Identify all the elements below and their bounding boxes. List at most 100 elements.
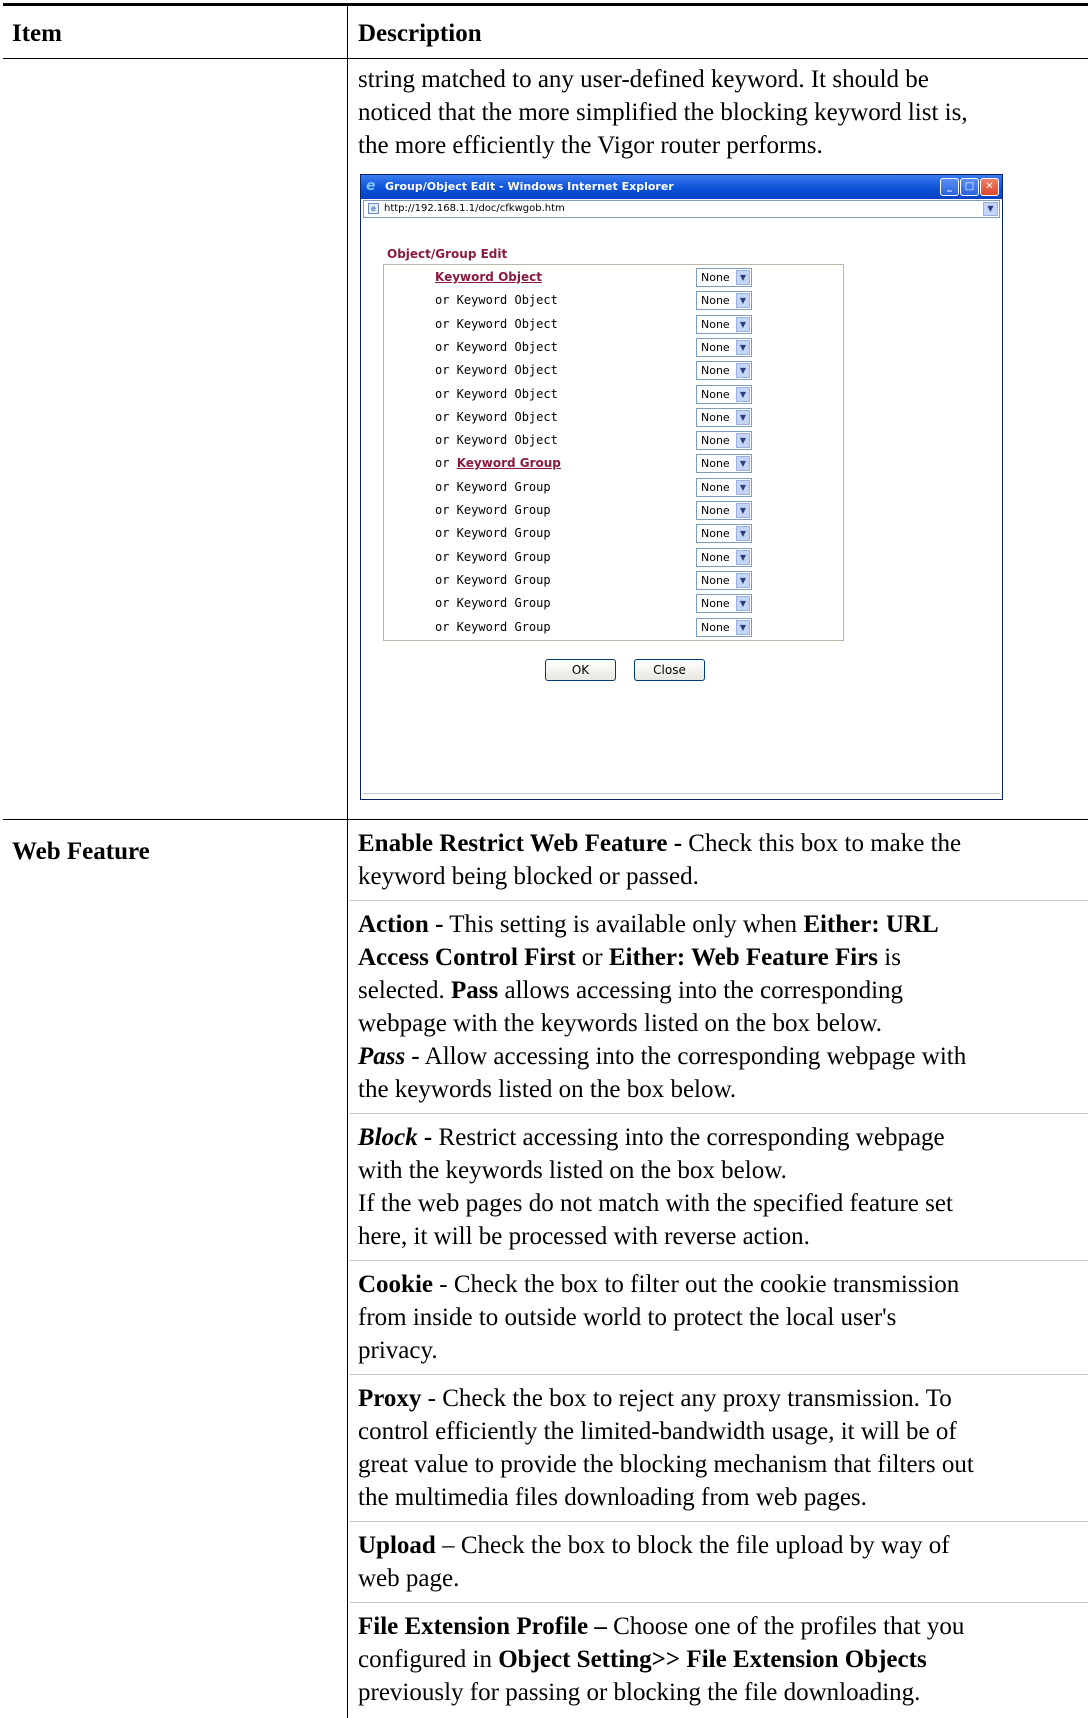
keyword-select[interactable]: None ▼ — [696, 617, 752, 637]
term: Access Control First — [358, 944, 576, 971]
address-bar[interactable]: e http://192.168.1.1/doc/cfkwgob.htm ▼ — [363, 200, 1000, 218]
keyword-link[interactable]: Keyword Group — [457, 456, 561, 470]
chevron-down-icon[interactable]: ▼ — [736, 363, 750, 379]
keyword-select[interactable]: None ▼ — [696, 570, 752, 590]
keyword-row: or Keyword Object None ▼ — [384, 336, 843, 359]
chevron-down-icon[interactable]: ▼ — [983, 202, 998, 216]
intro-line: string matched to any user-defined keywo… — [358, 66, 929, 93]
ok-button[interactable]: OK — [545, 659, 616, 681]
text: Restrict accessing into the correspondin… — [432, 1124, 945, 1151]
enable-line: Enable Restrict Web Feature - Check this… — [358, 827, 1068, 861]
keyword-select[interactable]: None ▼ — [696, 431, 752, 451]
term-enable: Enable Restrict Web Feature - — [358, 830, 683, 857]
term-upload: Upload — [358, 1532, 436, 1559]
keyword-row: or Keyword Group None ▼ — [384, 569, 843, 592]
chevron-down-icon[interactable]: ▼ — [736, 409, 750, 425]
keyword-row-label: or Keyword Object — [435, 387, 558, 401]
separator — [350, 1260, 1088, 1261]
text: - Check the box to filter out the cookie… — [433, 1271, 960, 1298]
chevron-down-icon[interactable]: ▼ — [736, 456, 750, 472]
keyword-row-text: or Keyword Object — [435, 409, 558, 424]
text: Check this box to make the — [682, 830, 962, 857]
keyword-row-text: or Keyword Group — [435, 549, 551, 564]
text: configured in — [358, 1646, 499, 1673]
keyword-select[interactable]: None ▼ — [696, 501, 752, 520]
keyword-select[interactable]: None ▼ — [696, 384, 752, 404]
keyword-row: or Keyword Object None ▼ — [384, 289, 843, 312]
keyword-row: or Keyword Group None ▼ — [384, 592, 843, 615]
keyword-row-text: or Keyword Object — [435, 293, 558, 308]
text-line: If the web pages do not match with the s… — [358, 1190, 953, 1217]
keyword-select[interactable]: None ▼ — [696, 524, 752, 544]
keyword-row-text: or Keyword Group — [435, 619, 551, 634]
text-line: great value to provide the blocking mech… — [358, 1451, 974, 1478]
keyword-row-text: or Keyword Group — [435, 596, 551, 611]
keyword-select[interactable]: None ▼ — [696, 337, 752, 357]
keyword-row-text: or Keyword Group — [435, 479, 551, 494]
keyword-row: or Keyword Group None ▼ — [384, 546, 843, 569]
action-line: Access Control First or Either: Web Feat… — [358, 941, 1068, 975]
text-line: privacy. — [358, 1337, 438, 1364]
keyword-select[interactable]: None ▼ — [696, 268, 752, 287]
text-line: the multimedia files downloading from we… — [358, 1484, 867, 1511]
chevron-down-icon[interactable]: ▼ — [736, 433, 750, 449]
chevron-down-icon[interactable]: ▼ — [736, 386, 750, 402]
keyword-select[interactable]: None ▼ — [696, 361, 752, 381]
chevron-down-icon[interactable]: ▼ — [736, 619, 750, 635]
object-group-panel: Keyword Object None ▼ or Keyword Object None… — [383, 264, 844, 641]
keyword-select[interactable]: None ▼ — [696, 547, 752, 567]
keyword-row-label: or Keyword Group — [435, 526, 551, 540]
term: Object Setting>> File Extension Objects — [498, 1646, 927, 1673]
pass-line: Pass - Allow accessing into the correspo… — [358, 1040, 1068, 1074]
maximize-icon[interactable]: □ — [960, 178, 979, 196]
row-divider — [3, 819, 1088, 820]
keyword-row-label: or Keyword Group — [435, 480, 551, 494]
keyword-select-value: None — [701, 294, 730, 308]
keyword-select[interactable]: None ▼ — [696, 407, 752, 427]
keyword-row-label: or Keyword Group — [435, 550, 551, 564]
keyword-row: or Keyword Object None ▼ — [384, 359, 843, 382]
keyword-select[interactable]: None ▼ — [696, 594, 752, 614]
keyword-select[interactable]: None ▼ — [696, 291, 752, 311]
text-line: web page. — [358, 1565, 460, 1592]
term: Either: URL — [803, 911, 939, 938]
chevron-down-icon[interactable]: ▼ — [736, 293, 750, 309]
text-line: here, it will be processed with reverse … — [358, 1223, 810, 1250]
keyword-row-label: or Keyword Object — [435, 340, 558, 354]
window-bottom-line — [363, 793, 1000, 794]
chevron-down-icon[interactable]: ▼ — [736, 549, 750, 565]
keyword-select-value: None — [701, 387, 730, 401]
close-icon[interactable]: ✕ — [980, 178, 999, 196]
chevron-down-icon[interactable]: ▼ — [736, 572, 750, 588]
keyword-row-label: or Keyword Group — [435, 503, 551, 517]
minimize-icon[interactable]: _ — [940, 178, 959, 196]
close-button[interactable]: Close — [634, 659, 705, 681]
keyword-row-text: or Keyword Object — [435, 433, 558, 448]
keyword-row: or Keyword Group None ▼ — [384, 452, 843, 475]
text: selected. — [358, 977, 452, 1004]
keyword-row: or Keyword Object None ▼ — [384, 429, 843, 452]
keyword-link[interactable]: Keyword Object — [435, 270, 542, 284]
window-title: Group/Object Edit - Windows Internet Exp… — [385, 180, 674, 193]
separator — [350, 1374, 1088, 1375]
chevron-down-icon[interactable]: ▼ — [736, 596, 750, 612]
keyword-row: or Keyword Object None ▼ — [384, 383, 843, 406]
keyword-row: or Keyword Group None ▼ — [384, 476, 843, 499]
chevron-down-icon[interactable]: ▼ — [736, 339, 750, 355]
keyword-row: or Keyword Object None ▼ — [384, 406, 843, 429]
chevron-down-icon[interactable]: ▼ — [736, 503, 750, 518]
keyword-row-label: or Keyword Group — [435, 620, 551, 634]
keyword-row: Keyword Object None ▼ — [384, 266, 843, 289]
chevron-down-icon[interactable]: ▼ — [736, 316, 750, 332]
chevron-down-icon[interactable]: ▼ — [736, 479, 750, 495]
keyword-select[interactable]: None ▼ — [696, 477, 752, 497]
separator — [350, 1602, 1088, 1603]
chevron-down-icon[interactable]: ▼ — [736, 270, 750, 285]
chevron-down-icon[interactable]: ▼ — [736, 526, 750, 542]
text-line: control efficiently the limited-bandwidt… — [358, 1418, 957, 1445]
keyword-select-value: None — [701, 457, 730, 471]
keyword-select[interactable]: None ▼ — [696, 314, 752, 334]
keyword-row-label: or Keyword Object — [435, 410, 558, 424]
keyword-select[interactable]: None ▼ — [696, 454, 752, 474]
fep-line: configured in Object Setting>> File Exte… — [358, 1643, 1068, 1677]
